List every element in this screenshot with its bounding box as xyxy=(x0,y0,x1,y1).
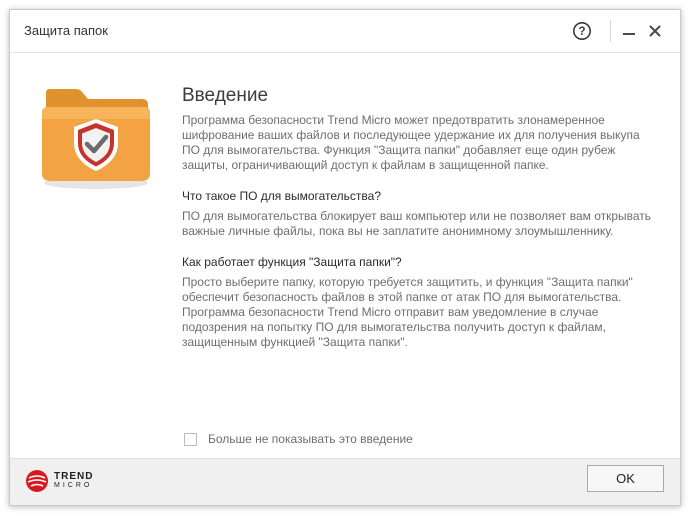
title-bar: Защита папок ? xyxy=(10,10,680,53)
protection-question: Как работает функция "Защита папки"? xyxy=(182,255,402,269)
dialog-content: Введение Программа безопасности Trend Mi… xyxy=(10,53,680,459)
close-icon xyxy=(649,25,661,37)
ransomware-answer: ПО для вымогательства блокирует ваш комп… xyxy=(182,209,652,238)
logo-word-trend: TREND xyxy=(54,471,94,482)
minimize-button[interactable] xyxy=(618,20,640,42)
ransomware-question: Что такое ПО для вымогательства? xyxy=(182,189,382,203)
help-button[interactable]: ? xyxy=(571,20,593,42)
dont-show-label: Больше не показывать это введение xyxy=(208,432,413,446)
titlebar-separator xyxy=(610,20,611,42)
dont-show-checkbox[interactable] xyxy=(184,432,197,446)
dialog-footer: TREND MICRO OK xyxy=(10,458,680,505)
dont-show-option[interactable]: Больше не показывать это введение xyxy=(184,432,413,446)
close-button[interactable] xyxy=(644,20,666,42)
minimize-icon xyxy=(623,33,635,35)
intro-heading: Введение xyxy=(182,85,269,106)
trend-micro-ball-icon xyxy=(26,470,48,492)
intro-section: Введение Программа безопасности Trend Mi… xyxy=(182,85,657,350)
trend-micro-logo: TREND MICRO xyxy=(25,469,93,493)
protection-answer: Просто выберите папку, которую требуется… xyxy=(182,275,633,349)
window-title: Защита папок xyxy=(24,23,108,38)
ok-button[interactable]: OK xyxy=(587,465,664,492)
help-icon: ? xyxy=(573,22,591,40)
shield-folder-icon xyxy=(36,85,156,193)
logo-word-micro: MICRO xyxy=(54,482,93,489)
dialog-window: Защита папок ? Введение Программа безопа… xyxy=(9,9,681,506)
help-glyph: ? xyxy=(578,26,585,38)
intro-paragraph: Программа безопасности Trend Micro может… xyxy=(182,113,640,172)
